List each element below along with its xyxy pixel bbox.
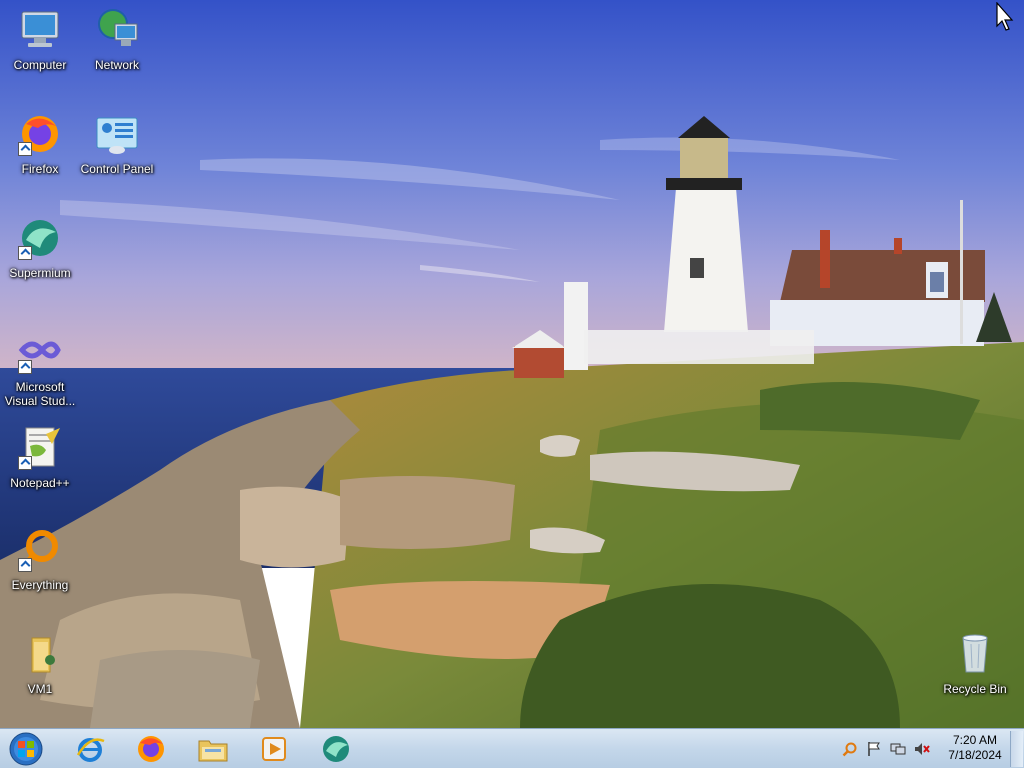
firefox-icon: [138, 736, 164, 762]
action-center-flag-icon[interactable]: [866, 741, 882, 757]
shortcut-arrow-icon: [18, 360, 32, 374]
control-panel-icon: [93, 110, 141, 158]
desktop-icon-label: Notepad++: [10, 476, 70, 490]
clock-date: 7/18/2024: [948, 748, 1002, 762]
volume-muted-icon[interactable]: [914, 741, 930, 757]
shortcut-arrow-icon: [18, 246, 32, 260]
desktop-icon-everything[interactable]: Everything: [0, 526, 80, 622]
taskbar-file-explorer[interactable]: [185, 729, 241, 769]
taskbar-firefox[interactable]: [123, 729, 179, 769]
start-button[interactable]: [2, 729, 50, 769]
desktop-icon-label: Microsoft Visual Stud...: [4, 380, 76, 408]
folder-icon: [16, 630, 64, 678]
desktop-icon-network[interactable]: Network: [77, 6, 157, 102]
desktop-icon-visual-studio[interactable]: Microsoft Visual Stud...: [0, 328, 80, 424]
taskbar[interactable]: 7:20 AM 7/18/2024: [0, 728, 1024, 768]
taskbar-supermium[interactable]: [308, 729, 364, 769]
windows-start-icon: [9, 732, 43, 766]
desktop-icon-label: Everything: [11, 578, 69, 592]
desktop-icon-vm1[interactable]: VM1: [0, 630, 80, 726]
media-player-icon: [262, 737, 286, 761]
file-explorer-icon: [198, 740, 228, 762]
desktop-icon-control-panel[interactable]: Control Panel: [77, 110, 157, 206]
desktop-icon-label: Firefox: [21, 162, 59, 176]
everything-search-icon: [16, 526, 64, 574]
show-desktop-button[interactable]: [1010, 731, 1023, 767]
taskbar-media-player[interactable]: [246, 729, 302, 769]
desktop-icon-label: Recycle Bin: [943, 682, 1007, 696]
shortcut-arrow-icon: [18, 558, 32, 572]
shortcut-arrow-icon: [18, 456, 32, 470]
taskbar-internet-explorer[interactable]: [62, 729, 118, 769]
desktop-icon-firefox[interactable]: Firefox: [0, 110, 80, 206]
desktop-icon-label: Supermium: [9, 266, 71, 280]
desktop-icon-label: Control Panel: [80, 162, 154, 176]
network-icon: [93, 6, 141, 54]
firefox-icon: [16, 110, 64, 158]
mouse-cursor-icon: [996, 2, 1014, 31]
desktop-icon-label: Computer: [13, 58, 67, 72]
search-tray-icon[interactable]: [842, 741, 858, 757]
taskbar-clock[interactable]: 7:20 AM 7/18/2024: [940, 733, 1010, 763]
desktop-icon-supermium[interactable]: Supermium: [0, 214, 80, 310]
desktop-icon-recycle-bin[interactable]: Recycle Bin: [935, 630, 1015, 726]
network-tray-icon[interactable]: [890, 741, 906, 757]
desktop-icon-computer[interactable]: Computer: [0, 6, 80, 102]
supermium-icon: [323, 736, 349, 762]
internet-explorer-icon: [76, 738, 105, 762]
desktop-icon-label: Network: [94, 58, 139, 72]
computer-icon: [16, 6, 64, 54]
recycle-bin-icon: [951, 630, 999, 678]
visual-studio-icon: [16, 328, 64, 376]
shortcut-arrow-icon: [18, 142, 32, 156]
supermium-icon: [16, 214, 64, 262]
notepad-plus-plus-icon: [16, 424, 64, 472]
desktop-icon-label: VM1: [27, 682, 53, 696]
desktop-icon-notepad-plus-plus[interactable]: Notepad++: [0, 424, 80, 520]
desktop[interactable]: Computer Network Firefox Control Panel S…: [0, 0, 1024, 728]
clock-time: 7:20 AM: [952, 733, 998, 747]
